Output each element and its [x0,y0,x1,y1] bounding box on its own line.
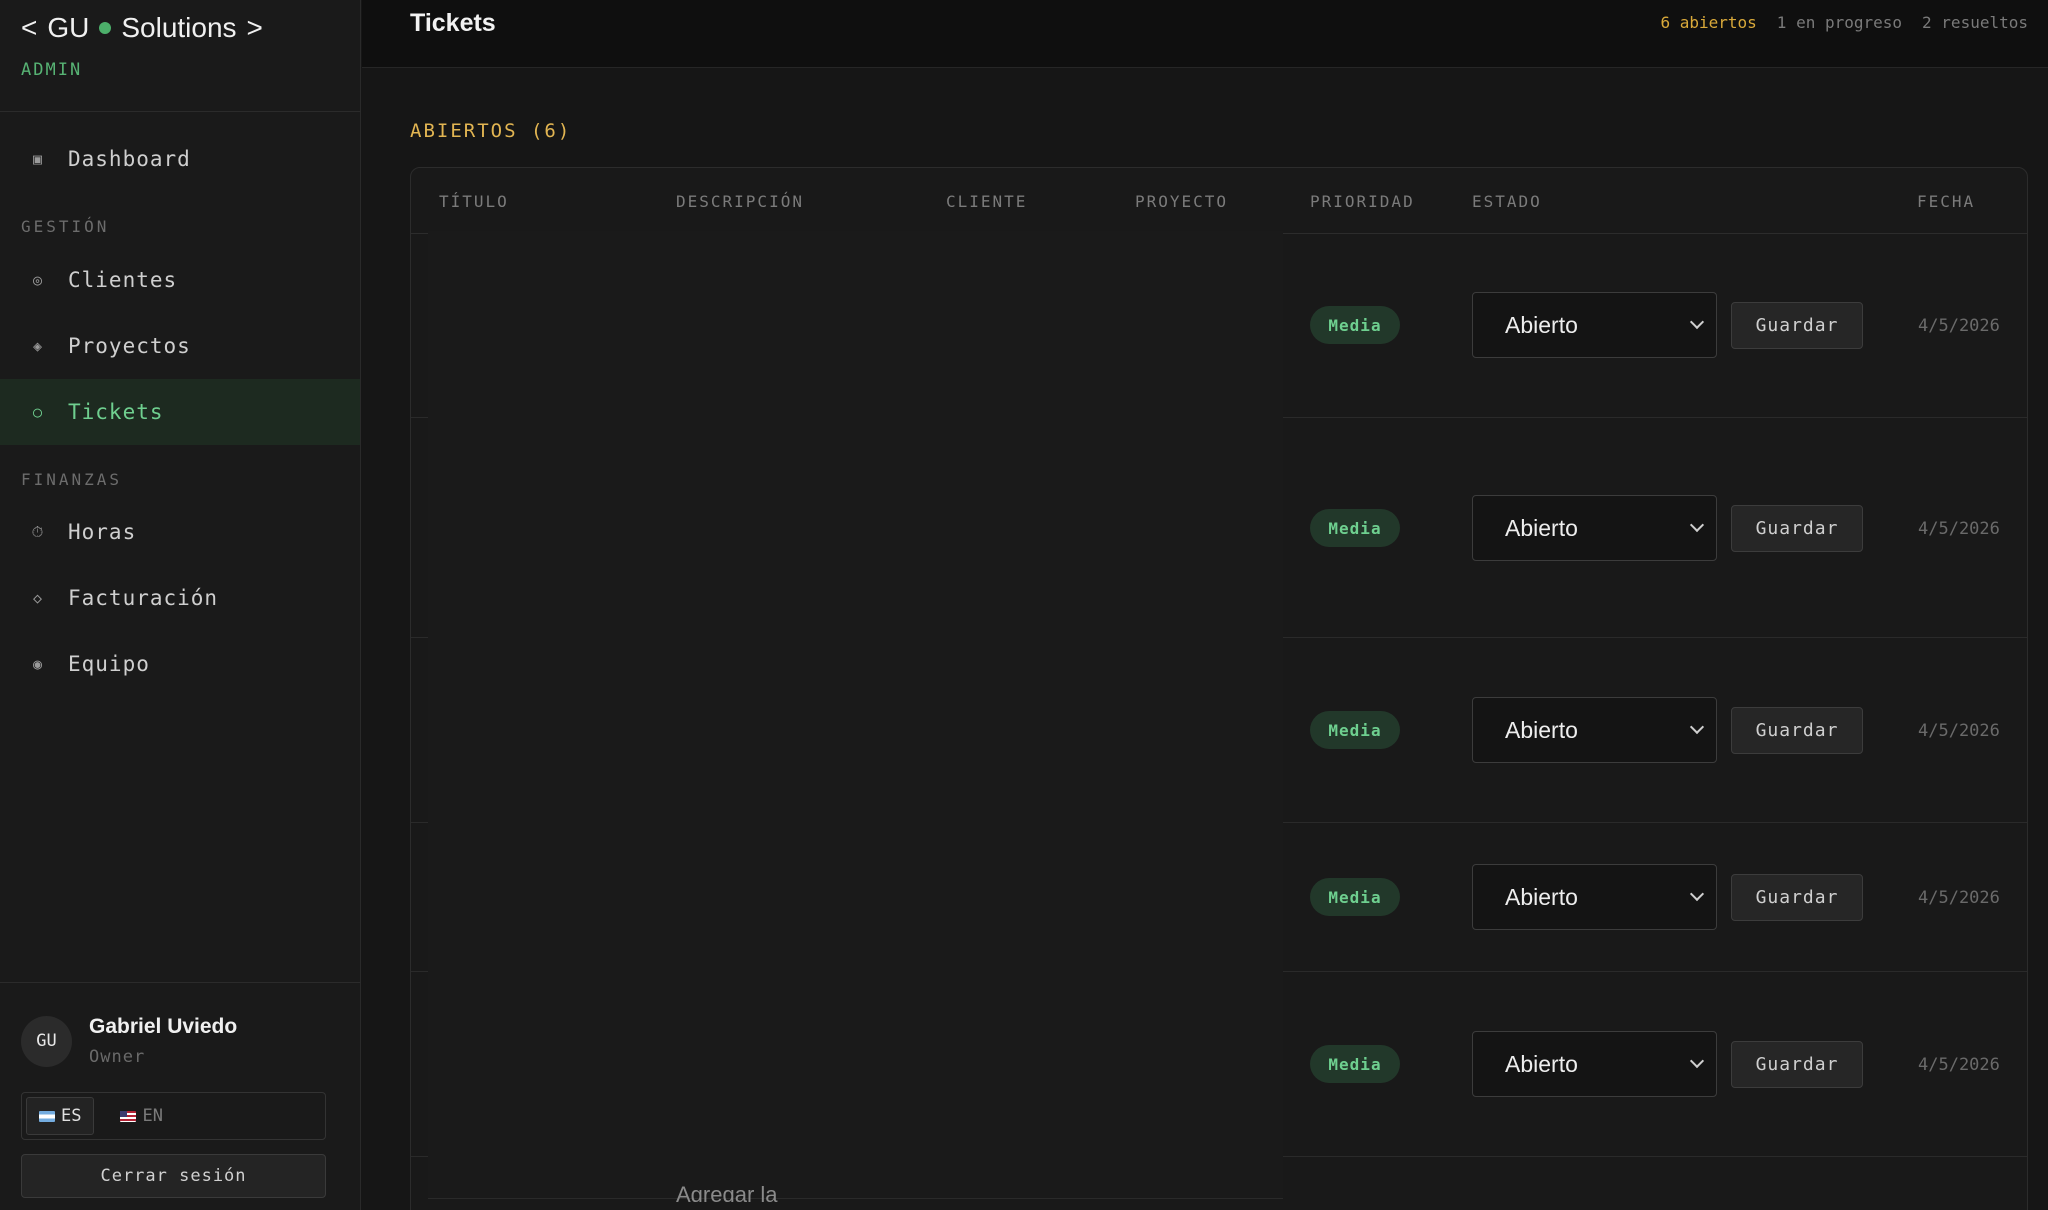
status-select-value: Abierto [1505,883,1578,910]
sidebar-item-label: Tickets [68,400,164,424]
tickets-icon: ○ [32,403,44,421]
column-header-priority[interactable]: PRIORIDAD [1310,192,1415,211]
priority-badge: Media [1310,509,1400,547]
sidebar-item-label: Equipo [68,652,150,676]
language-switcher: ES EN [21,1092,326,1140]
page-title: Tickets [410,9,496,37]
column-header-date[interactable]: FECHA [1917,192,1975,211]
chevron-down-icon [1689,719,1705,735]
chevron-down-icon [1689,314,1705,330]
column-header-status[interactable]: ESTADO [1472,192,1542,211]
ticket-date: 4/5/2026 [1918,888,2000,908]
brand-name-first: GU [47,12,90,43]
brand-name-second: Solutions [121,12,237,43]
sidebar-item-clientes[interactable]: ◎ Clientes [0,247,360,313]
team-icon: ◉ [32,655,44,673]
billing-icon: ◇ [32,589,44,607]
ticket-date: 4/5/2026 [1918,721,2000,741]
dashboard-icon: ▣ [32,150,44,168]
clock-icon: ⏱ [31,523,45,541]
save-button[interactable]: Guardar [1731,707,1863,754]
priority-badge: Media [1310,711,1400,749]
status-select-value: Abierto [1505,514,1578,541]
stat-in-progress: 1 en progreso [1776,13,1903,32]
sidebar-item-label: Dashboard [68,147,191,171]
column-header-project[interactable]: PROYECTO [1135,192,1228,211]
user-name: Gabriel Uviedo [89,1015,238,1038]
sidebar-divider [0,111,361,112]
role-label: ADMIN [21,60,83,80]
save-button[interactable]: Guardar [1731,874,1863,921]
sidebar-item-facturacion[interactable]: ◇ Facturación [0,565,360,631]
sidebar-item-equipo[interactable]: ◉ Equipo [0,631,360,697]
priority-badge: Media [1310,1045,1400,1083]
projects-icon: ◈ [32,337,44,355]
brand-dot-icon [99,22,112,34]
sidebar: < GU Solutions > ADMIN ▣ Dashboard GESTI… [0,0,361,1210]
priority-badge: Media [1310,306,1400,344]
priority-badge: Media [1310,878,1400,916]
status-select-value: Abierto [1505,311,1578,338]
sidebar-item-proyectos[interactable]: ◈ Proyectos [0,313,360,379]
status-select[interactable]: Abierto [1472,495,1717,561]
status-select-value: Abierto [1505,716,1578,743]
sidebar-item-label: Facturación [68,586,219,610]
section-label-gestion: GESTIÓN [21,217,110,236]
stat-resolved: 2 resueltos [1922,13,2028,32]
column-header-description[interactable]: DESCRIPCIÓN [676,192,804,211]
save-button[interactable]: Guardar [1731,505,1863,552]
save-button[interactable]: Guardar [1731,1041,1863,1088]
language-option-en[interactable]: EN [108,1097,174,1135]
top-bar: Tickets 6 abiertos 1 en progreso 2 resue… [362,0,2048,68]
clients-icon: ◎ [32,271,44,289]
ticket-date: 4/5/2026 [1918,519,2000,539]
status-select[interactable]: Abierto [1472,864,1717,930]
us-flag-icon [120,1110,137,1122]
logout-button[interactable]: Cerrar sesión [21,1154,326,1198]
column-header-title[interactable]: TÍTULO [439,192,509,211]
avatar: GU [21,1015,72,1067]
stat-open: 6 abiertos [1660,13,1757,32]
status-select[interactable]: Abierto [1472,1031,1717,1097]
sidebar-item-label: Horas [68,520,137,544]
status-select[interactable]: Abierto [1472,697,1717,763]
column-header-client[interactable]: CLIENTE [946,192,1027,211]
language-label: EN [142,1106,163,1126]
sidebar-item-horas[interactable]: ⏱ Horas [0,499,360,565]
brand-left-chevron: < [21,12,38,43]
ticket-date: 4/5/2026 [1918,316,2000,336]
user-profile: GU Gabriel Uviedo Owner [21,1015,237,1067]
sidebar-item-label: Clientes [68,268,178,292]
brand-right-chevron: > [246,12,263,43]
user-role: Owner [89,1047,146,1067]
status-select[interactable]: Abierto [1472,292,1717,358]
chevron-down-icon [1689,517,1705,533]
status-select-value: Abierto [1505,1050,1578,1077]
save-button[interactable]: Guardar [1731,302,1863,349]
argentina-flag-icon [39,1110,55,1122]
ticket-stats: 6 abiertos 1 en progreso 2 resueltos [1660,13,2028,32]
table-header: TÍTULO DESCRIPCIÓN CLIENTE PROYECTO PRIO… [411,168,2027,234]
language-label: ES [61,1106,82,1126]
section-label-finanzas: FINANZAS [21,470,123,489]
partial-description-text: Agregar la [676,1182,778,1202]
sidebar-item-label: Proyectos [68,334,191,358]
language-option-es[interactable]: ES [26,1097,95,1135]
chevron-down-icon [1689,1053,1705,1069]
sidebar-item-tickets[interactable]: ○ Tickets [0,379,360,445]
overlay-panel [428,231,1283,1199]
group-label-open: ABIERTOS (6) [410,120,572,142]
ticket-date: 4/5/2026 [1918,1055,2000,1075]
chevron-down-icon [1689,886,1705,902]
sidebar-divider [0,982,361,983]
sidebar-item-dashboard[interactable]: ▣ Dashboard [0,126,360,192]
brand-logo[interactable]: < GU Solutions > [21,12,263,44]
